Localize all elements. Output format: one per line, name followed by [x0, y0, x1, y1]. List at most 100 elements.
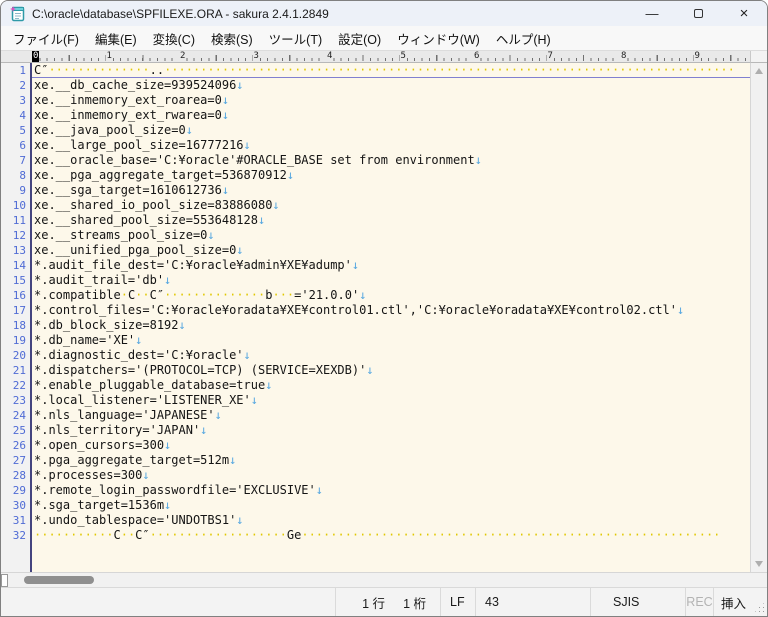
menu-item-7[interactable]: ヘルプ(H): [488, 26, 559, 51]
menu-item-6[interactable]: ウィンドウ(W): [389, 26, 488, 51]
whitespace-dots: ···················: [149, 528, 287, 542]
line-content: *.audit_trail='db'↓: [30, 273, 171, 288]
editor-line[interactable]: 27 *.pga_aggregate_target=512m↓: [1, 453, 750, 468]
menu-item-4[interactable]: ツール(T): [261, 26, 330, 51]
scroll-up-icon[interactable]: [755, 68, 763, 74]
editor-line[interactable]: 6 xe.__large_pool_size=16777216↓: [1, 138, 750, 153]
line-number: 3: [19, 94, 26, 107]
editor-line[interactable]: 23 *.local_listener='LISTENER_XE'↓: [1, 393, 750, 408]
editor-line[interactable]: 32 ···········C··C″···················Ge·…: [1, 528, 750, 543]
editor-line[interactable]: 20 *.diagnostic_dest='C:¥oracle'↓: [1, 348, 750, 363]
split-handle[interactable]: [1, 573, 8, 587]
editor-line[interactable]: 16 *.compatible·C··C″··············b···='…: [1, 288, 750, 303]
whitespace-dots: ··············: [164, 288, 266, 302]
line-content: xe.__inmemory_ext_roarea=0↓: [30, 93, 229, 108]
text-segment: *.open_cursors=300: [34, 438, 165, 452]
text-editing-area[interactable]: 1 C″··············..·····················…: [1, 63, 750, 572]
insert-mode-indicator[interactable]: 挿入: [713, 588, 753, 616]
resize-grip[interactable]: [753, 588, 767, 616]
encoding: SJIS: [590, 588, 685, 616]
editor-line[interactable]: 22 *.enable_pluggable_database=true↓: [1, 378, 750, 393]
cursor-line: 1 行: [362, 596, 386, 611]
maximize-button[interactable]: [675, 1, 721, 26]
line-content: xe.__db_cache_size=939524096↓: [30, 78, 244, 93]
editor-line[interactable]: 26 *.open_cursors=300↓: [1, 438, 750, 453]
editor-line[interactable]: 11 xe.__shared_pool_size=553648128↓: [1, 213, 750, 228]
menu-bar: ファイル(F) 編集(E) 変換(C) 検索(S) ツール(T) 設定(O) ウィンドウ(W…: [1, 26, 767, 51]
cursor-line-underline: [32, 77, 750, 78]
line-content: *.sga_target=1536m↓: [30, 498, 171, 513]
text-segment: *.nls_language='JAPANESE': [34, 408, 215, 422]
eol-type: LF: [440, 588, 475, 616]
eol-mark-icon: ↓: [142, 468, 150, 482]
ruler-major-ticks: [32, 55, 750, 61]
eol-mark-icon: ↓: [229, 453, 237, 467]
editor-line[interactable]: 12 xe.__streams_pool_size=0↓: [1, 228, 750, 243]
line-number: 5: [19, 124, 26, 137]
ruler-number: 1: [105, 51, 113, 62]
line-number: 25: [12, 424, 26, 437]
menu-item-3[interactable]: 検索(S): [203, 26, 261, 51]
cursor-column: 1 桁: [403, 596, 426, 611]
text-segment: *.db_block_size=8192: [34, 318, 179, 332]
editor-line[interactable]: 4 xe.__inmemory_ext_rwarea=0↓: [1, 108, 750, 123]
char-code: 43: [475, 588, 590, 616]
line-content: *.compatible·C··C″··············b···='21…: [30, 288, 366, 303]
minimize-button[interactable]: —: [629, 1, 675, 26]
text-segment: *.sga_target=1536m: [34, 498, 165, 512]
line-content: *.diagnostic_dest='C:¥oracle'↓: [30, 348, 251, 363]
editor-line[interactable]: 21 *.dispatchers='(PROTOCOL=TCP) (SERVICE…: [1, 363, 750, 378]
scroll-down-icon[interactable]: [755, 561, 763, 567]
line-number: 30: [12, 499, 26, 512]
menu-item-2[interactable]: 変換(C): [145, 26, 203, 51]
line-number: 4: [19, 109, 26, 122]
editor-line[interactable]: 5 xe.__java_pool_size=0↓: [1, 123, 750, 138]
editor-main: 1 C″··············..·····················…: [1, 63, 767, 572]
text-segment: *.diagnostic_dest='C:¥oracle': [34, 348, 244, 362]
ruler-number: 3: [252, 51, 260, 62]
menu-item-0[interactable]: ファイル(F): [5, 26, 87, 51]
editor-line[interactable]: 14 *.audit_file_dest='C:¥oracle¥admin¥XE¥…: [1, 258, 750, 273]
editor-line[interactable]: 31 *.undo_tablespace='UNDOTBS1'↓: [1, 513, 750, 528]
line-number: 22: [12, 379, 26, 392]
editor-line[interactable]: 8 xe.__pga_aggregate_target=536870912↓: [1, 168, 750, 183]
column-ruler: 0 1 2 3 4 5 6 7 8 9: [1, 51, 750, 63]
editor-line[interactable]: 10 xe.__shared_io_pool_size=83886080↓: [1, 198, 750, 213]
editor-line[interactable]: 28 *.processes=300↓: [1, 468, 750, 483]
line-content: *.undo_tablespace='UNDOTBS1'↓: [30, 513, 244, 528]
editor-line[interactable]: 25 *.nls_territory='JAPAN'↓: [1, 423, 750, 438]
editor-line[interactable]: 7 xe.__oracle_base='C:¥oracle'#ORACLE_BAS…: [1, 153, 750, 168]
editor-line[interactable]: 24 *.nls_language='JAPANESE'↓: [1, 408, 750, 423]
editor-line[interactable]: 3 xe.__inmemory_ext_roarea=0↓: [1, 93, 750, 108]
line-content: ···········C··C″···················Ge···…: [30, 528, 720, 543]
line-number: 18: [12, 319, 26, 332]
horizontal-scroll-thumb[interactable]: [24, 576, 94, 584]
vertical-scrollbar[interactable]: [750, 63, 767, 572]
close-button[interactable]: ×: [721, 1, 767, 26]
editor-line[interactable]: 9 xe.__sga_target=1610612736↓: [1, 183, 750, 198]
line-number: 15: [12, 274, 26, 287]
editor-line[interactable]: 29 *.remote_login_passwordfile='EXCLUSIVE…: [1, 483, 750, 498]
line-content: xe.__pga_aggregate_target=536870912↓: [30, 168, 294, 183]
ruler-number: 4: [326, 51, 334, 62]
eol-mark-icon: ↓: [366, 363, 374, 377]
eol-mark-icon: ↓: [243, 138, 251, 152]
text-segment: xe.__unified_pga_pool_size=0: [34, 243, 237, 257]
ruler-number: 6: [473, 51, 481, 62]
line-number: 28: [12, 469, 26, 482]
eol-mark-icon: ↓: [135, 333, 143, 347]
editor-line[interactable]: 1 C″··············..·····················…: [1, 63, 750, 78]
menu-item-1[interactable]: 編集(E): [87, 26, 145, 51]
editor-line[interactable]: 2 xe.__db_cache_size=939524096↓: [1, 78, 750, 93]
text-segment: ..: [149, 63, 165, 77]
resize-grip-icon: [763, 611, 764, 612]
editor-line[interactable]: 18 *.db_block_size=8192↓: [1, 318, 750, 333]
editor-line[interactable]: 30 *.sga_target=1536m↓: [1, 498, 750, 513]
menu-item-5[interactable]: 設定(O): [330, 26, 389, 51]
editor-line[interactable]: 13 xe.__unified_pga_pool_size=0↓: [1, 243, 750, 258]
editor-line[interactable]: 19 *.db_name='XE'↓: [1, 333, 750, 348]
editor-line[interactable]: 15 *.audit_trail='db'↓: [1, 273, 750, 288]
line-number: 10: [12, 199, 26, 212]
editor-line[interactable]: 17 *.control_files='C:¥oracle¥oradata¥XE¥…: [1, 303, 750, 318]
horizontal-scrollbar[interactable]: [1, 572, 767, 587]
